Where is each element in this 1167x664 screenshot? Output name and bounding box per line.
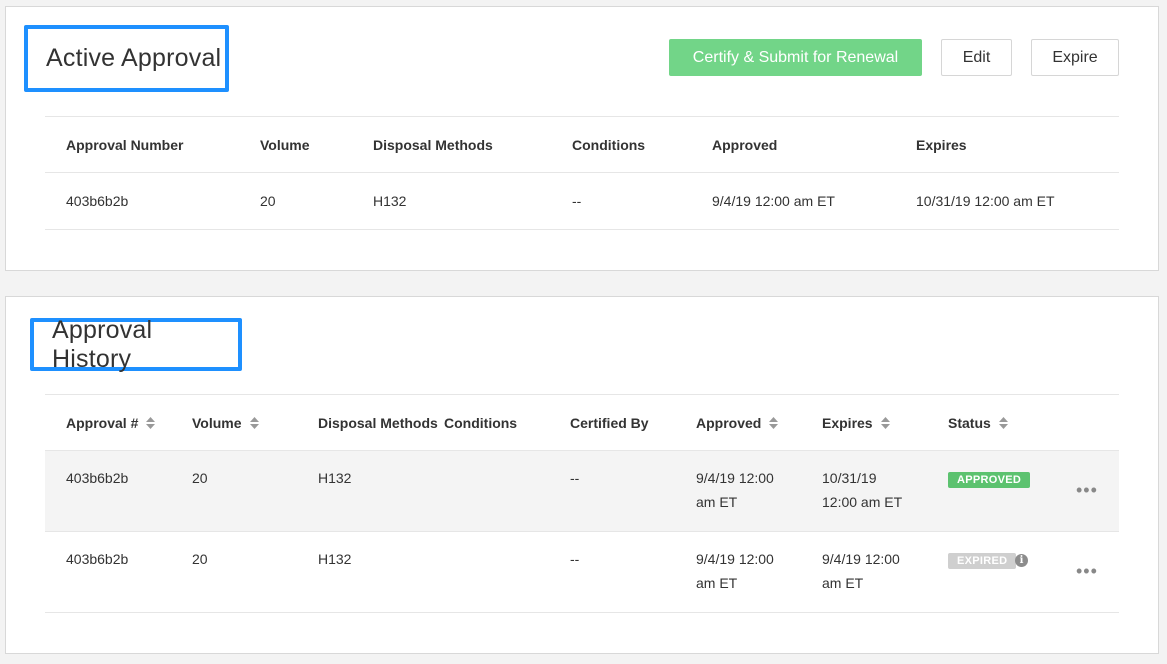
more-options-icon[interactable]: ••• (1076, 562, 1098, 580)
active-approval-table: Approval Number Volume Disposal Methods … (45, 116, 1119, 230)
column-header-expires[interactable]: Expires (822, 411, 890, 435)
info-icon[interactable]: i (1015, 554, 1028, 567)
approval-number-cell: 403b6b2b (66, 193, 129, 209)
approved-time-line: am ET (696, 494, 738, 510)
approved-date-line: 9/4/19 12:00 (696, 551, 774, 567)
column-header-volume: Volume (260, 137, 310, 153)
conditions-cell: -- (572, 193, 582, 209)
approved-cell: 9/4/19 12:00 am ET (696, 466, 774, 514)
column-header-conditions: Conditions (572, 137, 646, 153)
volume-cell: 20 (192, 470, 208, 486)
expire-button[interactable]: Expire (1031, 39, 1119, 76)
table-row: 403b6b2b 20 H132 -- 9/4/19 12:00 am ET 9… (45, 532, 1119, 613)
volume-cell: 20 (260, 193, 276, 209)
certified-by-cell: -- (570, 551, 580, 567)
column-header-disposal-methods: Disposal Methods (318, 415, 438, 431)
expires-cell: 9/4/19 12:00 am ET (822, 547, 900, 595)
table-header-row: Approval Number Volume Disposal Methods … (45, 116, 1119, 173)
column-header-disposal-methods: Disposal Methods (373, 137, 493, 153)
sort-icon[interactable] (769, 417, 779, 430)
approval-history-title: Approval History (30, 316, 242, 373)
table-row: 403b6b2b 20 H132 -- 9/4/19 12:00 am ET 1… (45, 173, 1119, 230)
column-header-conditions: Conditions (444, 415, 518, 431)
column-header-expires-label: Expires (822, 415, 873, 431)
status-badge: EXPIRED (948, 553, 1017, 569)
sort-icon[interactable] (880, 417, 890, 430)
column-header-approval[interactable]: Approval # (66, 411, 156, 435)
column-header-expires: Expires (916, 137, 967, 153)
edit-button[interactable]: Edit (941, 39, 1012, 76)
approval-history-card: Approval History Approval # Volume Dispo… (5, 296, 1159, 654)
table-row: 403b6b2b 20 H132 -- 9/4/19 12:00 am ET 1… (45, 451, 1119, 532)
approval-number-cell: 403b6b2b (66, 470, 129, 486)
approved-time-line: am ET (696, 575, 738, 591)
certified-by-cell: -- (570, 470, 580, 486)
disposal-methods-cell: H132 (318, 551, 352, 567)
sort-icon[interactable] (249, 417, 259, 430)
sort-icon[interactable] (998, 417, 1008, 430)
column-header-approved[interactable]: Approved (696, 411, 779, 435)
expires-cell: 10/31/19 12:00 am ET (916, 193, 1055, 209)
column-header-approval-label: Approval # (66, 415, 139, 431)
status-badge: APPROVED (948, 472, 1031, 488)
volume-cell: 20 (192, 551, 208, 567)
expires-time-line: am ET (822, 575, 864, 591)
expires-time-line: 12:00 am ET (822, 494, 903, 510)
sort-icon[interactable] (146, 417, 156, 430)
approved-cell: 9/4/19 12:00 am ET (696, 547, 774, 595)
active-approval-title: Active Approval (24, 25, 229, 92)
approval-number-cell: 403b6b2b (66, 551, 129, 567)
column-header-approved-label: Approved (696, 415, 762, 431)
expires-date-line: 10/31/19 (822, 470, 877, 486)
column-header-approval-number: Approval Number (66, 137, 184, 153)
approved-cell: 9/4/19 12:00 am ET (712, 193, 835, 209)
column-header-volume-label: Volume (192, 415, 242, 431)
column-header-approved: Approved (712, 137, 778, 153)
disposal-methods-cell: H132 (318, 470, 352, 486)
expires-cell: 10/31/19 12:00 am ET (822, 466, 902, 514)
approval-history-table: Approval # Volume Disposal Methods Condi… (45, 394, 1119, 613)
certify-submit-renewal-button[interactable]: Certify & Submit for Renewal (669, 39, 922, 76)
column-header-volume[interactable]: Volume (192, 411, 259, 435)
disposal-methods-cell: H132 (373, 193, 407, 209)
approved-date-line: 9/4/19 12:00 (696, 470, 774, 486)
more-options-icon[interactable]: ••• (1076, 481, 1098, 499)
column-header-status[interactable]: Status (948, 411, 1008, 435)
column-header-certified-by: Certified By (570, 415, 649, 431)
table-header-row: Approval # Volume Disposal Methods Condi… (45, 394, 1119, 451)
expires-date-line: 9/4/19 12:00 (822, 551, 900, 567)
column-header-status-label: Status (948, 415, 991, 431)
active-approval-card: Active Approval Certify & Submit for Ren… (5, 6, 1159, 271)
